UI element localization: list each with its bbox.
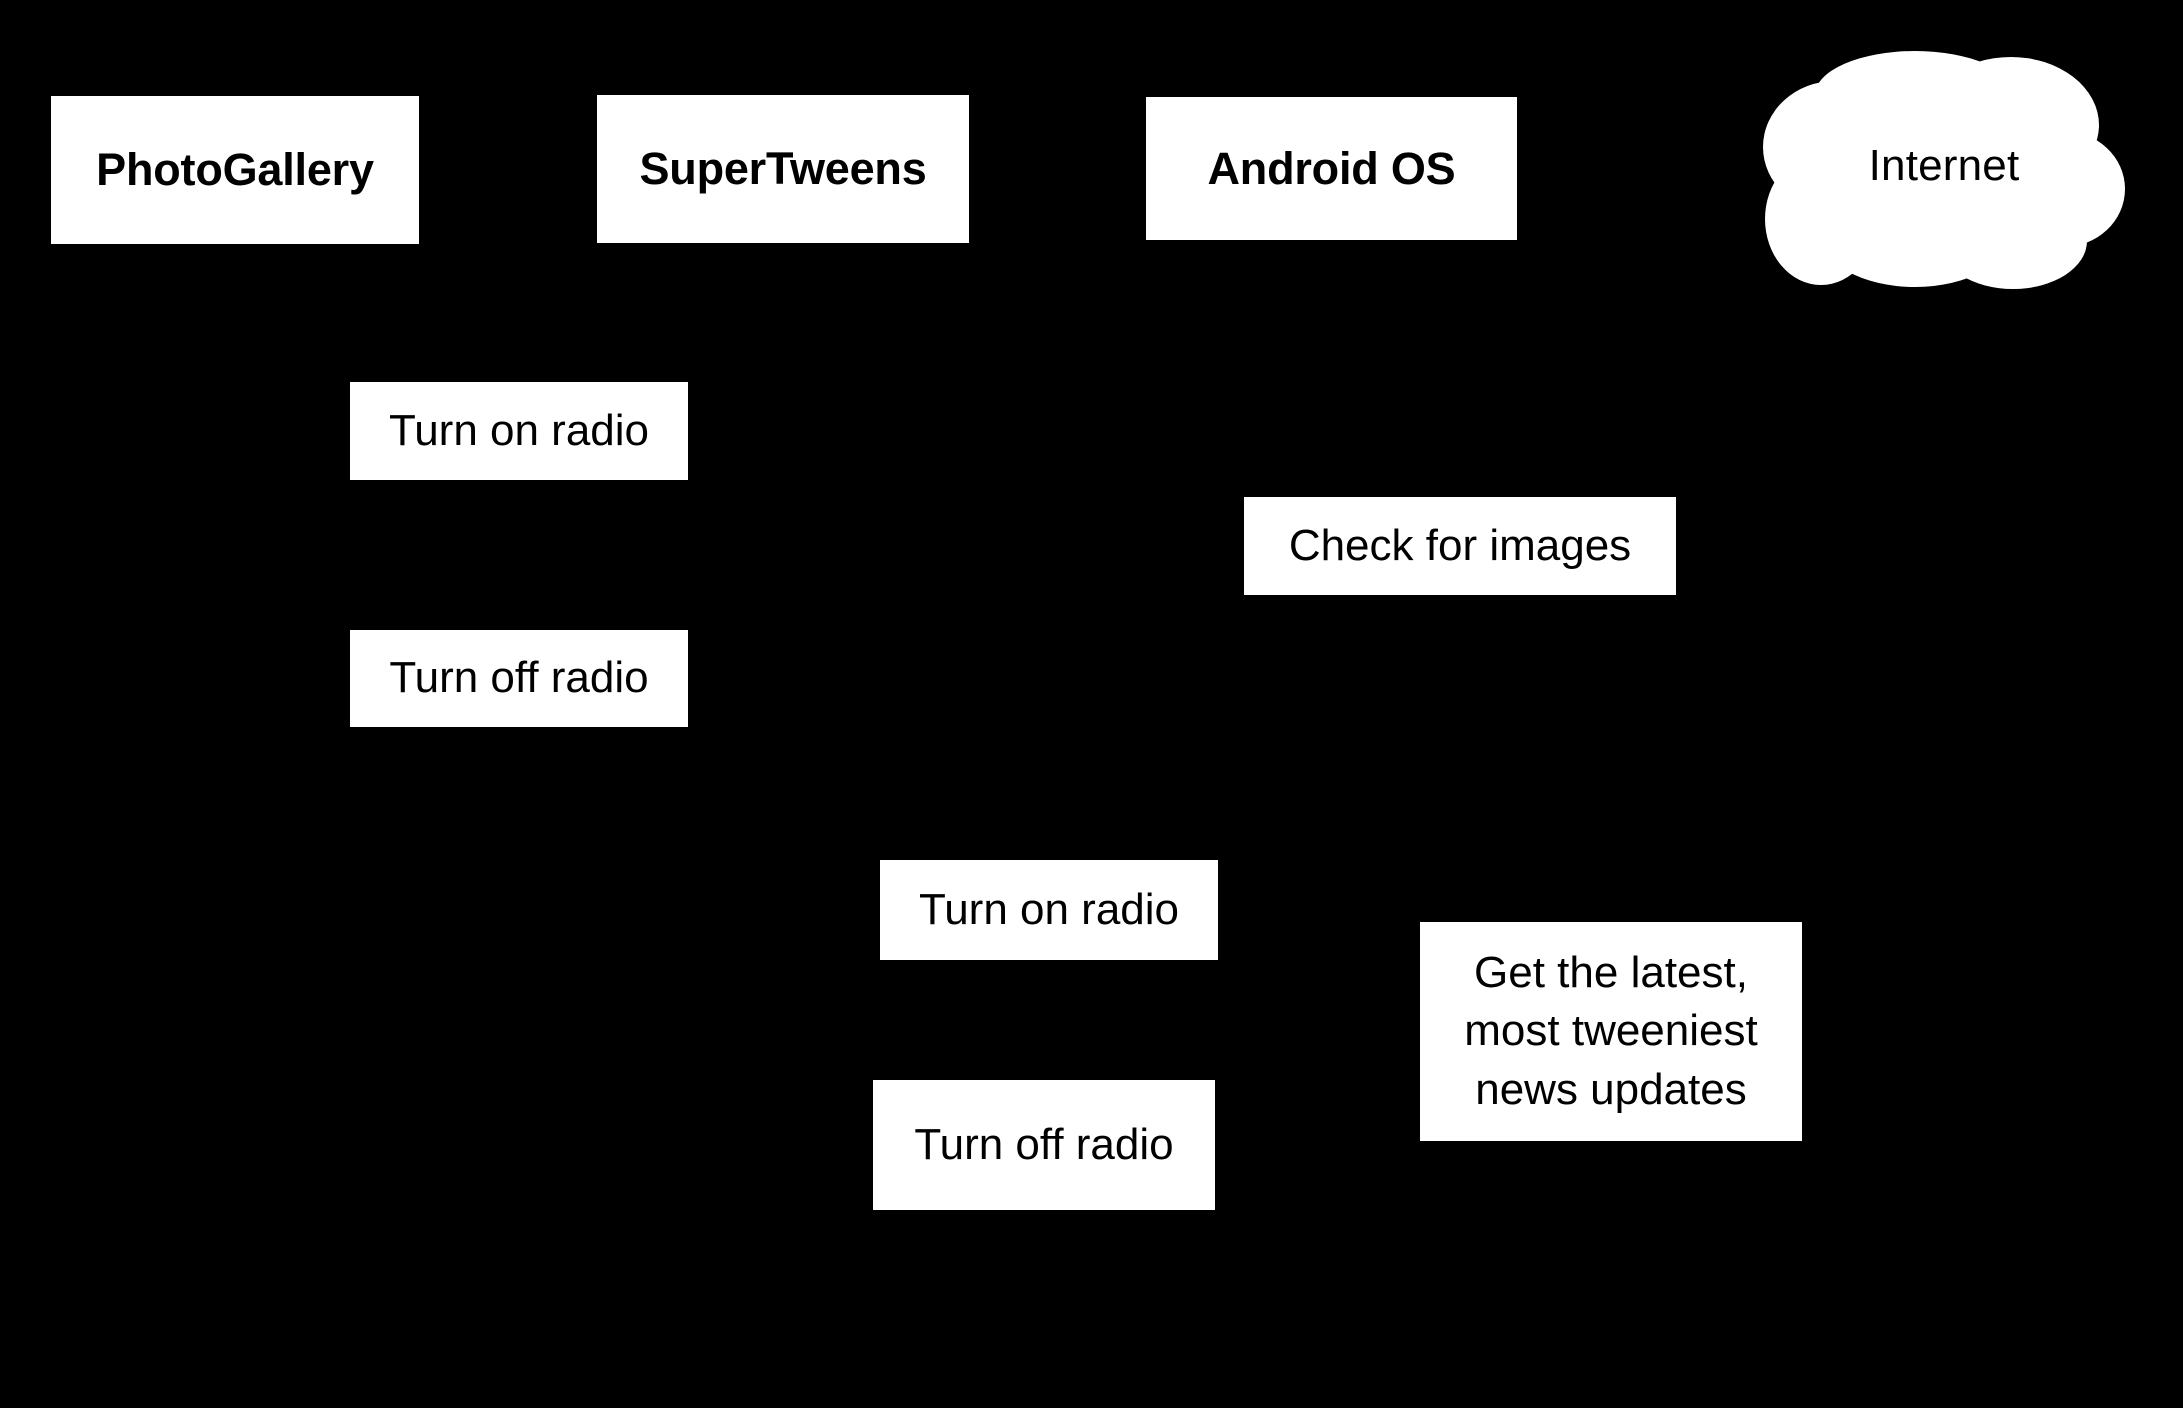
message-label-turn-on-radio-supertweens[interactable]: Turn on radio <box>880 860 1218 960</box>
message-label-text: Check for images <box>1288 520 1632 570</box>
participant-android-os[interactable]: Android OS <box>1146 97 1517 240</box>
message-label-turn-on-radio-photogallery[interactable]: Turn on radio <box>350 382 688 480</box>
lifeline-internet <box>1943 289 1946 1364</box>
message-label-turn-off-radio-supertweens[interactable]: Turn off radio <box>873 1080 1215 1210</box>
participant-supertweens-label: SuperTweens <box>639 143 927 195</box>
message-label-check-for-images[interactable]: Check for images <box>1244 497 1676 595</box>
message-label-get-latest-news[interactable]: Get the latest, most tweeniest news upda… <box>1420 922 1802 1141</box>
message-label-text: Turn off radio <box>389 653 649 703</box>
message-label-text: Get the latest, most tweeniest news upda… <box>1464 947 1758 1114</box>
lifeline-photogallery <box>234 244 237 1364</box>
participant-photogallery-label: PhotoGallery <box>96 144 374 196</box>
message-label-text: Turn on radio <box>388 405 650 455</box>
participant-internet-label-wrap: Internet <box>1763 43 2125 289</box>
lifeline-supertweens <box>782 243 785 1364</box>
lifeline-androidos <box>1330 240 1333 1364</box>
participant-photogallery[interactable]: PhotoGallery <box>51 96 419 244</box>
participant-android-os-label: Android OS <box>1207 142 1456 194</box>
participant-internet[interactable]: Internet <box>1763 43 2125 289</box>
participant-internet-label: Internet <box>1868 141 2020 190</box>
message-label-text: Turn on radio <box>918 884 1180 934</box>
message-label-text: Turn off radio <box>914 1119 1174 1169</box>
participant-supertweens[interactable]: SuperTweens <box>597 95 969 243</box>
message-label-turn-off-radio-photogallery[interactable]: Turn off radio <box>350 630 688 727</box>
sequence-diagram-canvas: PhotoGallery SuperTweens Android OS Inte… <box>0 0 2183 1408</box>
